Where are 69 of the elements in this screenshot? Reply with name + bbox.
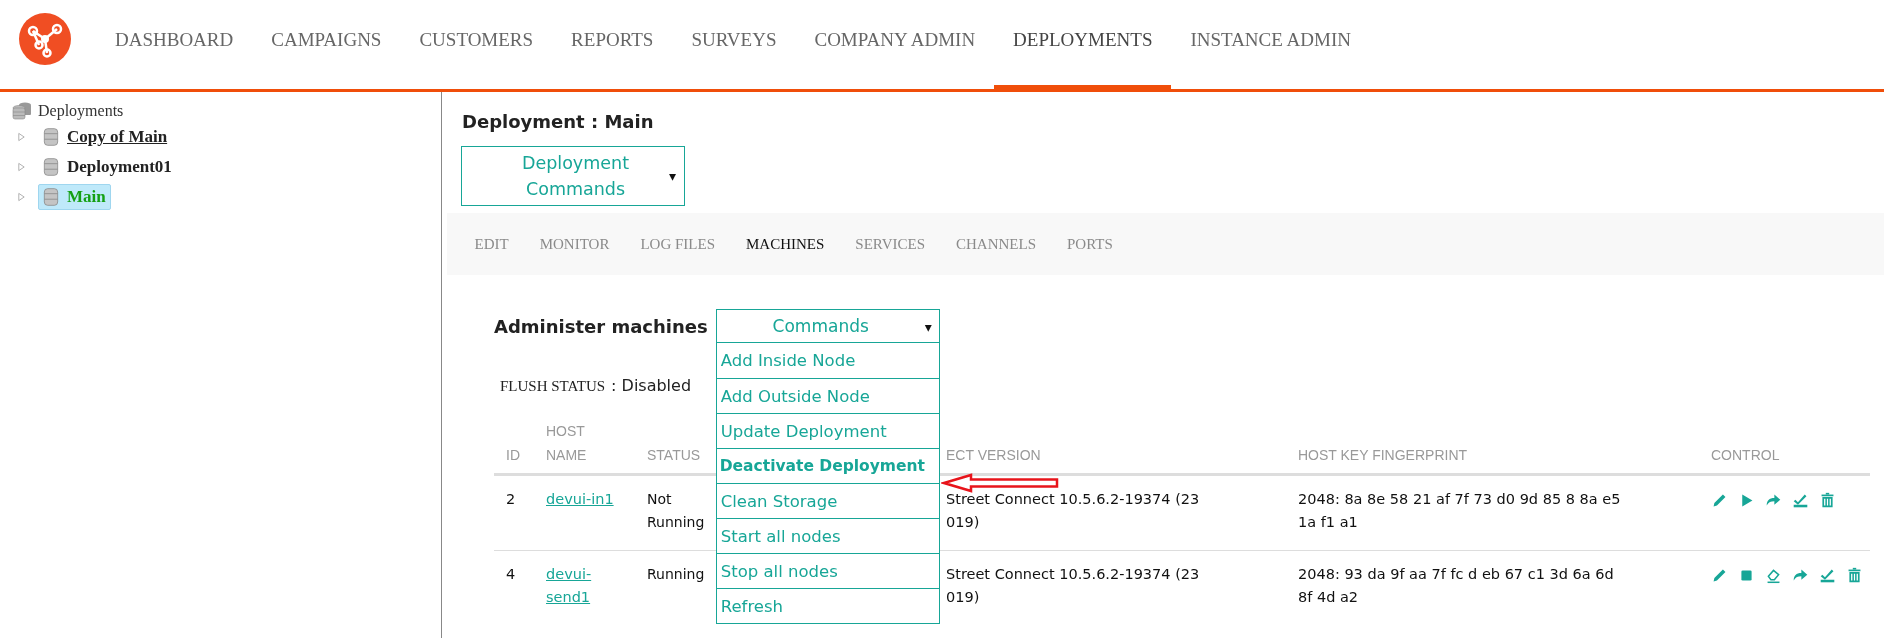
- expand-triangle-icon[interactable]: [17, 192, 26, 202]
- table-cell-text: Street Connect 10.5.6.2-19374 (23: [946, 490, 1200, 509]
- databases-icon: [12, 102, 32, 120]
- expand-triangle-icon[interactable]: [17, 132, 26, 142]
- commands-dropdown[interactable]: Commands ▾: [715, 309, 940, 343]
- nav-tab[interactable]: CUSTOMERS: [400, 0, 553, 92]
- nav-tab[interactable]: CAMPAIGNS: [252, 0, 401, 92]
- nav-tab[interactable]: REPORTS: [552, 0, 673, 92]
- column-header: ID: [506, 446, 520, 465]
- column-header: STATUS: [647, 446, 701, 465]
- tab[interactable]: EDIT: [459, 235, 525, 253]
- nav-tab[interactable]: COMPANY ADMIN: [795, 0, 995, 92]
- trash-icon[interactable]: [1846, 567, 1863, 584]
- column-header: ECT VERSION: [946, 446, 1041, 465]
- flush-status-label: FLUSH STATUS: [500, 378, 606, 395]
- check-tray-icon[interactable]: [1792, 492, 1809, 509]
- tree-node[interactable]: Deployment01: [38, 154, 177, 180]
- menu-item[interactable]: Refresh: [716, 588, 939, 623]
- table-cell-text: 1a f1 a1: [1298, 513, 1358, 532]
- menu-item[interactable]: Deactivate Deployment: [716, 448, 939, 483]
- host-link[interactable]: devui-in1: [546, 488, 614, 511]
- database-icon: [43, 157, 59, 177]
- column-header: HOST NAME: [546, 422, 588, 465]
- table-cell-text: 8f 4d a2: [1298, 588, 1359, 607]
- table-cell-text: 4: [505, 565, 517, 584]
- deployment-commands-button[interactable]: Deployment Commands ▾: [461, 146, 685, 206]
- page-title: Deployment : Main: [462, 111, 654, 132]
- menu-item[interactable]: Add Inside Node: [716, 343, 939, 378]
- tab[interactable]: CHANNELS: [940, 235, 1052, 253]
- pencil-icon[interactable]: [1711, 567, 1728, 584]
- expand-triangle-icon[interactable]: [17, 162, 26, 172]
- table-cell-text: 019): [946, 513, 980, 532]
- trash-icon[interactable]: [1819, 492, 1836, 509]
- nav-tab[interactable]: DASHBOARD: [96, 0, 253, 92]
- table-cell-text: Street Connect 10.5.6.2-19374 (23: [946, 565, 1200, 584]
- host-link[interactable]: devui-send1: [546, 563, 628, 609]
- flush-status-value: : Disabled: [611, 376, 692, 395]
- nav-tab[interactable]: INSTANCE ADMIN: [1171, 0, 1370, 92]
- tree-node[interactable]: Main: [38, 184, 111, 210]
- tree-node[interactable]: Copy of Main: [38, 124, 173, 150]
- check-tray-icon[interactable]: [1819, 567, 1836, 584]
- column-header: CONTROL: [1711, 446, 1780, 465]
- section-heading: Administer machines: [494, 316, 708, 337]
- column-header: HOST KEY FINGERPRINT: [1298, 446, 1468, 465]
- database-icon: [43, 187, 59, 207]
- menu-item[interactable]: Start all nodes: [716, 518, 939, 553]
- nav-tab[interactable]: SURVEYS: [672, 0, 796, 92]
- table-cell-text: 2048: 8a 8e 58 21 af 7f 73 d0 9d 85 8 8a e5: [1298, 490, 1621, 509]
- logo[interactable]: [19, 13, 71, 65]
- stop-icon[interactable]: [1738, 567, 1755, 584]
- table-cell-text: 2: [505, 490, 517, 509]
- table-cell-text: Running: [647, 565, 705, 584]
- menu-item[interactable]: Add Outside Node: [716, 378, 939, 413]
- tab[interactable]: SERVICES: [839, 235, 941, 253]
- nav-tab[interactable]: DEPLOYMENTS: [994, 0, 1172, 92]
- menu-item[interactable]: Update Deployment: [716, 413, 939, 448]
- pencil-icon[interactable]: [1711, 492, 1728, 509]
- table-cell-text: 019): [946, 588, 980, 607]
- tab[interactable]: PORTS: [1051, 235, 1129, 253]
- tab[interactable]: LOG FILES: [624, 235, 731, 253]
- menu-item[interactable]: Clean Storage: [716, 483, 939, 518]
- database-icon: [43, 127, 59, 147]
- tree-root-label[interactable]: Deployments: [38, 102, 124, 120]
- tab[interactable]: MACHINES: [730, 235, 840, 253]
- table-cell-text: Not Running: [647, 490, 706, 532]
- table-cell-text: 2048: 93 da 9f aa 7f fc d eb 67 c1 3d 6a 6d: [1298, 565, 1614, 584]
- tab[interactable]: MONITOR: [524, 235, 625, 253]
- eraser-icon[interactable]: [1765, 567, 1782, 584]
- menu-item[interactable]: Stop all nodes: [716, 553, 939, 588]
